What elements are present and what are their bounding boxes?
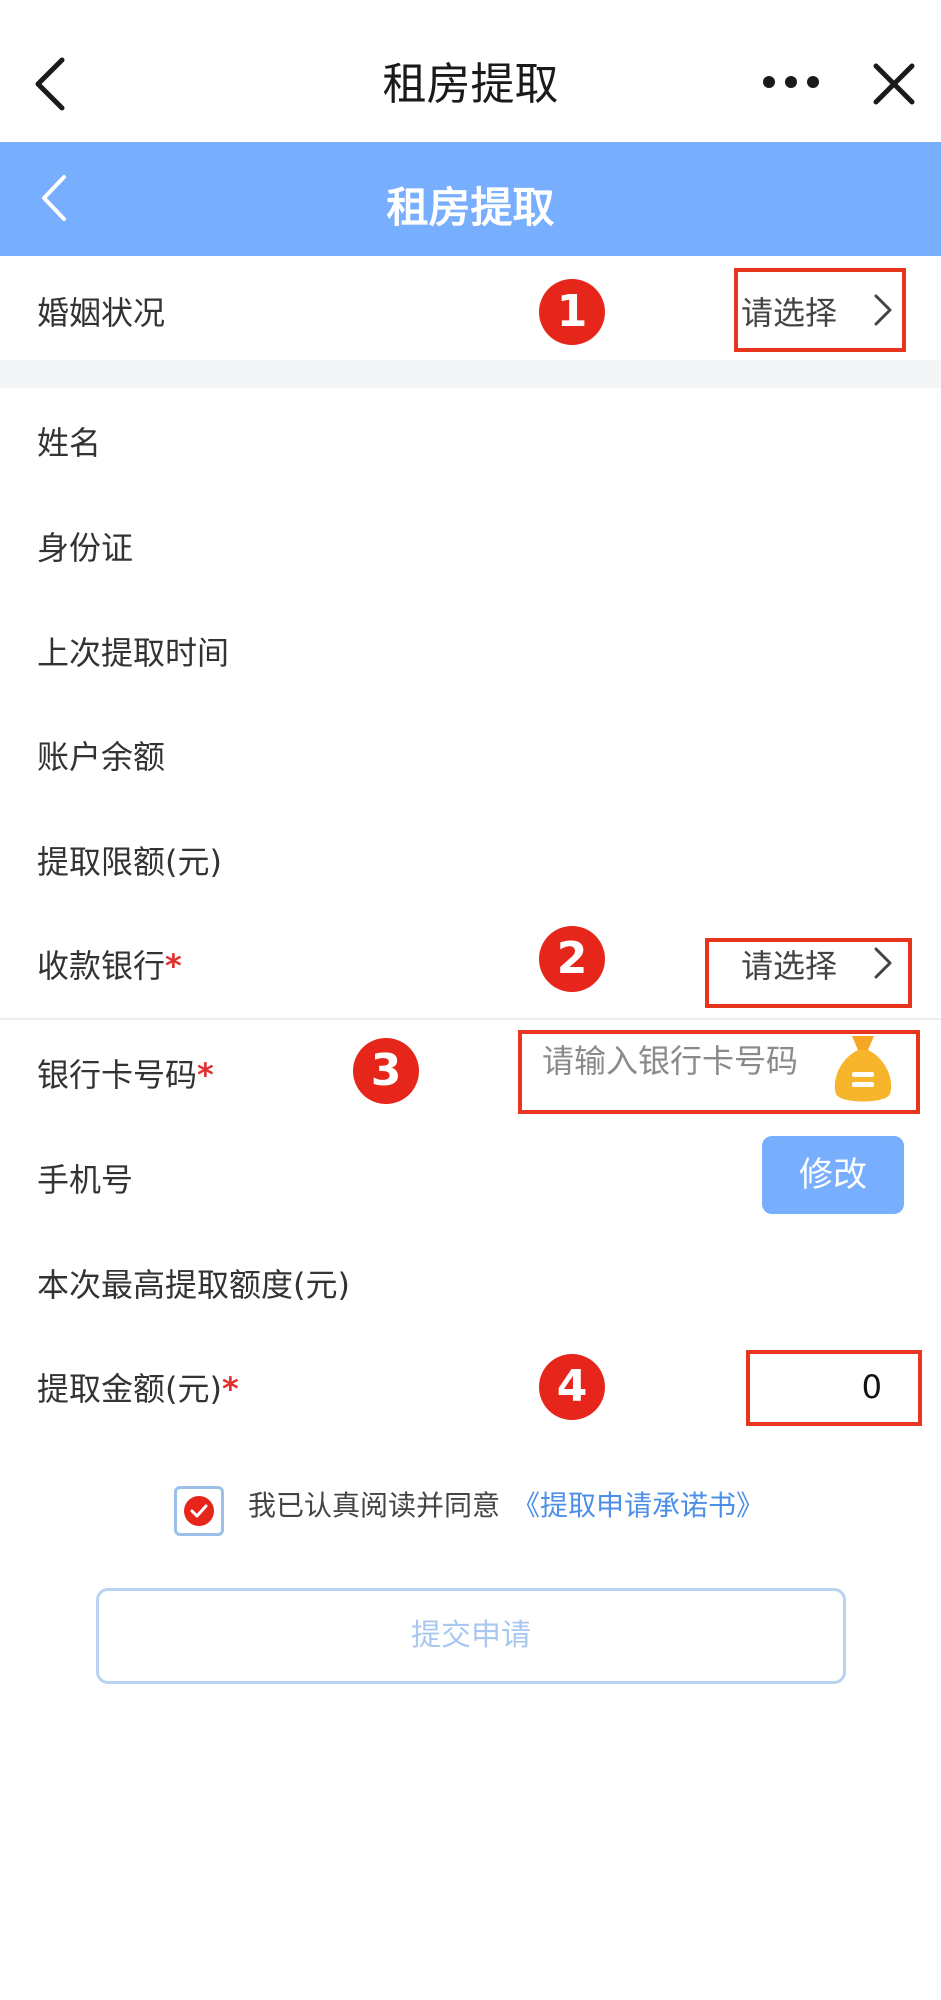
agreement-link[interactable]: 《提取申请承诺书》 (512, 1484, 764, 1524)
divider (0, 1018, 941, 1020)
name-label: 姓名 (37, 424, 102, 462)
annotation-box-2 (705, 938, 912, 1008)
required-mark: * (221, 1370, 239, 1408)
withdrawal-limit-label: 提取限额(元) (37, 843, 222, 881)
page-header: 租房提取 (0, 142, 941, 256)
close-icon[interactable] (866, 56, 922, 112)
annotation-marker-1: 1 (539, 279, 605, 345)
agreement-checkbox[interactable] (174, 1486, 224, 1536)
bank-card-number-label: 银行卡号码* (37, 1056, 214, 1094)
agreement-text: 我已认真阅读并同意 (248, 1489, 501, 1522)
payee-bank-label: 收款银行* (37, 947, 182, 985)
annotation-box-1 (734, 268, 906, 352)
modify-button[interactable]: 修改 (762, 1136, 904, 1214)
annotation-box-4 (746, 1350, 922, 1426)
id-card-label: 身份证 (37, 529, 134, 567)
annotation-box-3 (518, 1030, 920, 1114)
check-icon (184, 1496, 214, 1526)
required-mark: * (197, 1056, 214, 1094)
submit-button[interactable]: 提交申请 (96, 1588, 846, 1684)
annotation-marker-3: 3 (353, 1038, 419, 1104)
withdrawal-amount-label: 提取金额(元)* (37, 1370, 239, 1408)
max-withdrawal-amount-label: 本次最高提取额度(元) (37, 1266, 350, 1304)
required-mark: * (165, 947, 182, 985)
page-title: 租房提取 (386, 183, 555, 232)
annotation-marker-2: 2 (539, 926, 605, 992)
section-gap (0, 360, 941, 388)
app-bar: 租房提取 (0, 0, 941, 142)
annotation-marker-4: 4 (539, 1354, 605, 1420)
account-balance-label: 账户余额 (37, 738, 166, 776)
phone-label: 手机号 (37, 1161, 134, 1199)
more-icon[interactable] (756, 60, 826, 104)
last-withdrawal-time-label: 上次提取时间 (37, 634, 230, 672)
marital-status-label: 婚姻状况 (37, 294, 166, 332)
